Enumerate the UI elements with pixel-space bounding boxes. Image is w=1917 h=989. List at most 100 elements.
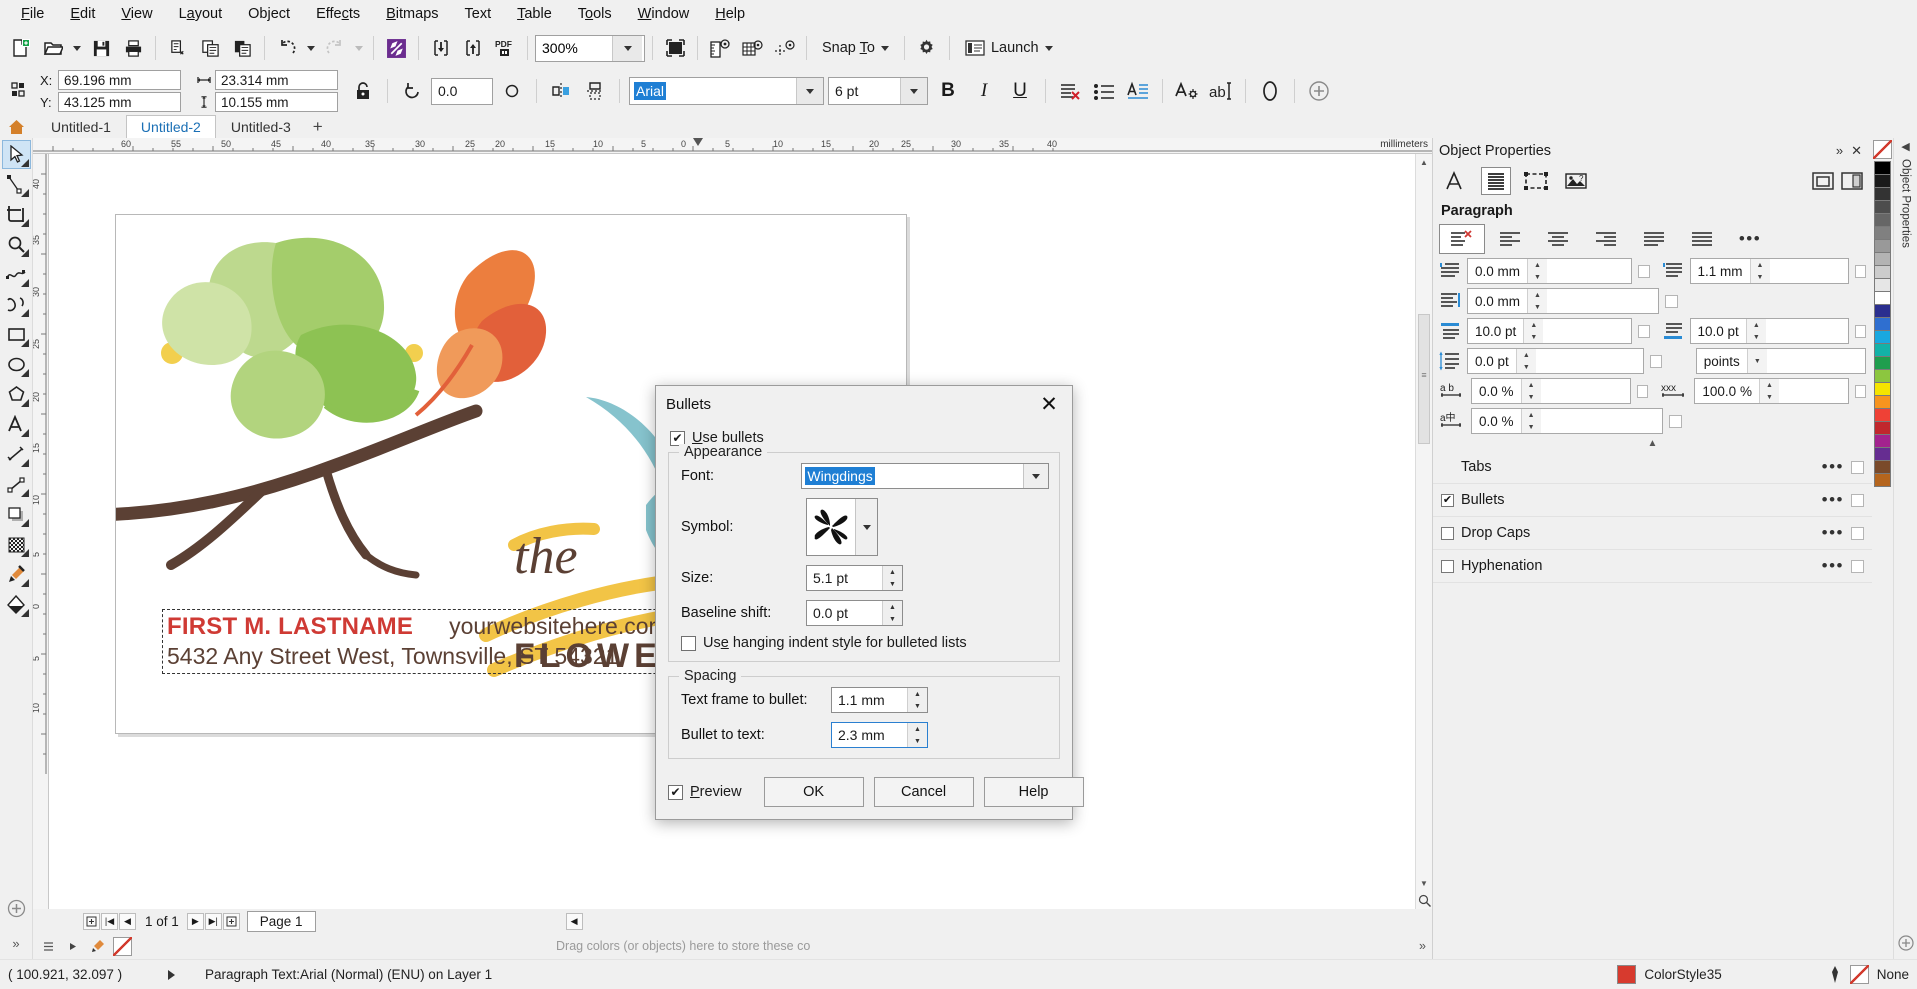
x-position-input[interactable]: 69.196 mm [58, 70, 181, 90]
word-spacing-toggle[interactable] [1855, 385, 1866, 398]
options-gear-icon[interactable] [912, 33, 942, 63]
previous-page-button[interactable]: ◀ [119, 913, 136, 930]
add-page-button[interactable] [83, 913, 100, 930]
line-spacing-input[interactable]: 0.0 pt ▲▼ [1467, 348, 1644, 374]
bullet-to-text-input[interactable]: 2.3 mm ▲▼ [831, 722, 928, 748]
menu-object[interactable]: Object [235, 2, 303, 26]
text-frame-to-bullet-input[interactable]: 1.1 mm ▲▼ [831, 687, 928, 713]
palette-swatch[interactable] [1874, 317, 1891, 331]
docker-tab-frame[interactable] [1521, 167, 1551, 195]
language-spacing-stepper[interactable]: ▲▼ [1521, 409, 1541, 433]
palette-swatch[interactable] [1874, 304, 1891, 318]
hyphenation-more-icon[interactable]: ••• [1822, 556, 1844, 576]
docker-close-icon[interactable]: ✕ [1847, 143, 1866, 159]
document-tab-untitled-2[interactable]: Untitled-2 [126, 115, 216, 138]
ok-button[interactable]: OK [764, 777, 864, 807]
hscroll-left-button[interactable]: ◀ [566, 913, 583, 930]
artistic-media-tool[interactable] [2, 290, 31, 319]
tabs-toggle[interactable] [1851, 461, 1864, 474]
polygon-tool[interactable] [2, 380, 31, 409]
last-page-button[interactable]: ▶| [205, 913, 222, 930]
open-document-icon[interactable] [38, 33, 68, 63]
line-spacing-stepper[interactable]: ▲▼ [1516, 349, 1536, 373]
baseline-shift-input[interactable]: 0.0 pt ▲▼ [806, 600, 903, 626]
bullets-dialog[interactable]: Bullets ✕ ✔ Use bullets Appearance Font:… [655, 385, 1073, 820]
space-before-toggle[interactable] [1855, 265, 1866, 278]
bullet-symbol-picker[interactable] [806, 498, 878, 556]
shape-tool[interactable] [2, 170, 31, 199]
character-spacing-toggle[interactable] [1637, 385, 1648, 398]
next-page-button[interactable]: ▶ [187, 913, 204, 930]
docker-row-bullets[interactable]: ✔ Bullets ••• [1433, 484, 1872, 517]
italic-button[interactable]: I [968, 75, 1000, 107]
docker-strip-collapse-icon[interactable]: ◀ [1901, 138, 1909, 153]
cancel-button[interactable]: Cancel [874, 777, 974, 807]
indent-left-stepper[interactable]: ▲▼ [1527, 289, 1547, 313]
paragraph-collapse-button[interactable]: ▲ [1433, 436, 1872, 451]
drop-cap-icon[interactable] [1123, 76, 1153, 106]
bullets-checkbox[interactable]: ✔ [1441, 494, 1454, 507]
indent-left-input[interactable]: 0.0 mm ▲▼ [1467, 288, 1659, 314]
color-palette[interactable] [1872, 138, 1893, 959]
copy-icon[interactable] [195, 33, 225, 63]
space-above-paragraph-toggle[interactable] [1638, 325, 1649, 338]
document-tab-untitled-3[interactable]: Untitled-3 [216, 115, 306, 138]
docker-tab-paragraph[interactable] [1481, 167, 1511, 195]
palette-no-color-swatch[interactable] [1873, 140, 1892, 159]
palette-swatch[interactable] [1874, 213, 1891, 227]
freehand-tool[interactable] [2, 260, 31, 289]
launch-dropdown[interactable]: Launch [957, 33, 1061, 63]
palette-swatch[interactable] [1874, 278, 1891, 292]
line-spacing-units-dropdown-icon[interactable]: ▼ [1747, 349, 1767, 373]
y-position-input[interactable]: 43.125 mm [58, 92, 181, 112]
text-tool[interactable] [2, 410, 31, 439]
show-rulers-icon[interactable] [705, 33, 735, 63]
palette-overflow-icon[interactable]: » [1419, 939, 1432, 953]
tabs-more-icon[interactable]: ••• [1822, 457, 1844, 477]
zoom-to-fit-button[interactable] [1416, 892, 1432, 909]
word-spacing-input[interactable]: 100.0 % ▲▼ [1694, 378, 1848, 404]
palette-swatch[interactable] [1874, 356, 1891, 370]
space-before-stepper[interactable]: ▲▼ [1750, 259, 1770, 283]
scroll-down-button[interactable]: ▼ [1416, 875, 1432, 892]
word-spacing-stepper[interactable]: ▲▼ [1759, 379, 1779, 403]
docker-tab-text-wrap[interactable]: ? [1561, 167, 1591, 195]
bullet-font-value-wrap[interactable]: Wingdings [802, 464, 1023, 488]
text-frame-to-bullet-stepper[interactable]: ▲▼ [907, 688, 927, 712]
snap-to-dropdown[interactable]: Snap To [814, 33, 897, 63]
language-spacing-input[interactable]: 0.0 % ▲▼ [1471, 408, 1663, 434]
palette-swatch[interactable] [1874, 252, 1891, 266]
print-icon[interactable] [118, 33, 148, 63]
toolbox-overflow-button[interactable]: » [2, 929, 31, 958]
space-above-paragraph-input[interactable]: 10.0 pt ▲▼ [1467, 318, 1632, 344]
underline-button[interactable]: U [1004, 75, 1036, 107]
show-grid-icon[interactable] [737, 33, 767, 63]
new-tab-button[interactable]: + [306, 115, 330, 138]
object-origin-icon[interactable] [6, 76, 36, 106]
show-guides-icon[interactable] [769, 33, 799, 63]
palette-swatch[interactable] [1874, 343, 1891, 357]
document-tab-untitled-1[interactable]: Untitled-1 [36, 115, 126, 138]
docker-float-icon[interactable] [1811, 170, 1835, 192]
hyphenation-checkbox[interactable] [1441, 560, 1454, 573]
docker-row-tabs[interactable]: Tabs ••• [1433, 451, 1872, 484]
palette-swatch[interactable] [1874, 460, 1891, 474]
interactive-fill-tool[interactable] [2, 590, 31, 619]
horizontal-ruler[interactable]: 605550 454035 302520 15105 0510 152025 3… [33, 138, 1432, 154]
palette-swatch[interactable] [1874, 421, 1891, 435]
mirror-vertically-icon[interactable] [580, 76, 610, 106]
bold-button[interactable]: B [932, 75, 964, 107]
docker-pin-icon[interactable] [1840, 170, 1864, 192]
lock-ratio-icon[interactable] [348, 76, 378, 106]
character-formatting-icon[interactable] [1172, 76, 1202, 106]
space-before-input[interactable]: 1.1 mm ▲▼ [1690, 258, 1849, 284]
menu-edit[interactable]: Edit [57, 2, 108, 26]
palette-expand-icon[interactable] [37, 941, 59, 952]
character-spacing-input[interactable]: 0.0 % ▲▼ [1471, 378, 1631, 404]
palette-arrow-icon[interactable] [63, 942, 83, 951]
outline-none-swatch[interactable] [1850, 965, 1869, 984]
indent-left-toggle[interactable] [1665, 295, 1678, 308]
export-icon[interactable] [458, 33, 488, 63]
palette-swatch[interactable] [1874, 174, 1891, 188]
align-force-justify-button[interactable] [1679, 224, 1725, 254]
